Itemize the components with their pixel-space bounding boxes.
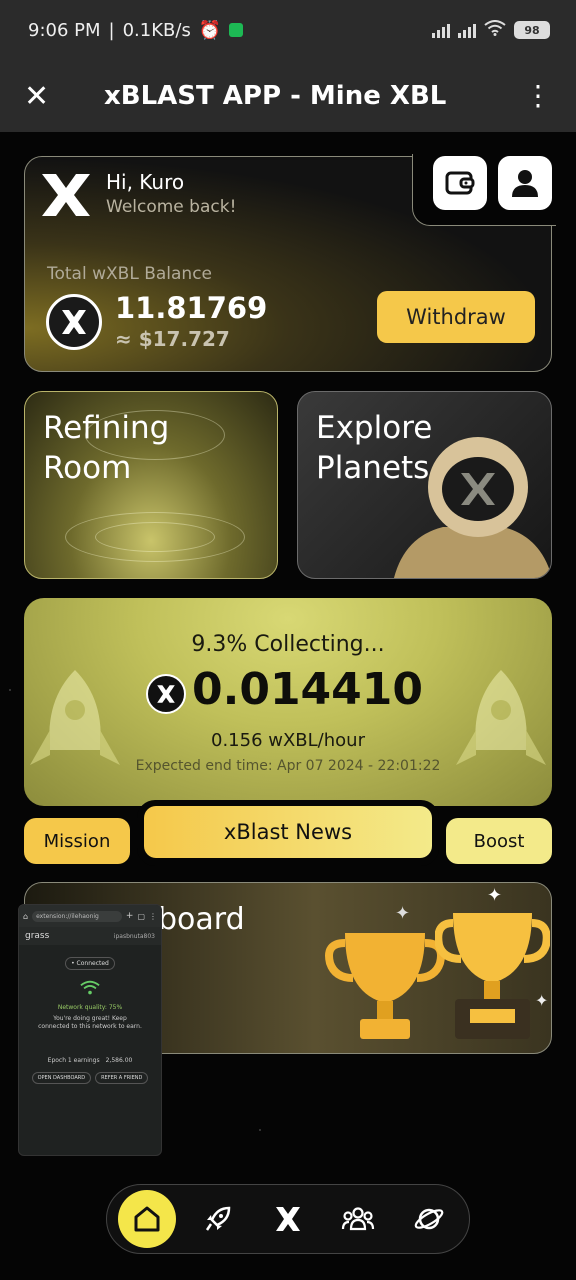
refining-room-label: Refining Room	[43, 410, 170, 486]
overlay-url[interactable]: extension://ilehaonig	[32, 910, 122, 922]
xbl-coin-icon	[46, 294, 102, 350]
mission-button[interactable]: Mission	[24, 818, 130, 864]
wallet-icon	[445, 171, 475, 195]
mining-rate: 0.156 wXBL/hour	[211, 730, 365, 751]
epoch-label: Epoch 1 earnings	[47, 1057, 100, 1064]
boost-button[interactable]: Boost	[446, 818, 552, 864]
withdraw-button[interactable]: Withdraw	[377, 291, 535, 343]
collecting-status: 9.3% Collecting...	[191, 632, 385, 657]
nav-community[interactable]	[329, 1190, 387, 1248]
greeting-text: Hi, Kuro	[106, 170, 185, 194]
tabs-icon[interactable]: ▢	[137, 912, 145, 921]
people-icon	[341, 1207, 375, 1231]
sparkle-icon-2: ✦	[487, 885, 503, 906]
floating-browser-window[interactable]: ⌂ extension://ilehaonig + ▢ ⋮ grass ipas…	[18, 904, 162, 1156]
user-icon	[512, 170, 538, 197]
new-tab-icon[interactable]: +	[126, 911, 134, 921]
nav-home[interactable]	[118, 1190, 176, 1248]
welcome-text: Welcome back!	[106, 197, 237, 217]
network-quality: Network quality: 75%	[57, 1004, 123, 1011]
epoch-value: 2,586.00	[105, 1057, 133, 1064]
trophy-icon	[325, 933, 445, 1039]
explore-planets-label: Explore Planets	[316, 410, 433, 486]
nav-planet[interactable]	[400, 1190, 458, 1248]
home-icon	[134, 1206, 160, 1232]
balance-label: Total wXBL Balance	[47, 264, 212, 284]
status-speed: 0.1KB/s	[122, 19, 191, 41]
overlay-header: grass ipasbnuta803	[19, 927, 161, 945]
sparkle-icon: ✦	[395, 903, 411, 924]
wifi-signal-icon	[19, 980, 161, 998]
explore-planets-tile[interactable]: Explore Planets	[297, 391, 552, 579]
connected-badge: • Connected	[65, 957, 115, 970]
menu-icon[interactable]: ⋮	[149, 912, 157, 921]
open-dashboard-button[interactable]: OPEN DASHBOARD	[31, 1072, 92, 1084]
close-icon[interactable]: ✕	[24, 79, 58, 114]
battery-icon: 98	[514, 21, 550, 39]
expected-end-time: Expected end time: Apr 07 2024 - 22:01:2…	[135, 758, 441, 774]
xblast-news-button[interactable]: xBlast News	[144, 806, 432, 858]
status-bar: 9:06 PM | 0.1KB/s ⏰ 98	[0, 0, 576, 60]
xblast-logo-icon	[42, 174, 90, 216]
more-options-icon[interactable]: ⋮	[524, 82, 552, 110]
signal-icon	[432, 22, 450, 38]
alarm-off-icon: ⏰	[198, 19, 222, 41]
overlay-message: You're doing great! Keep connected to th…	[38, 1015, 142, 1030]
planet-icon	[414, 1208, 444, 1230]
home-small-icon[interactable]: ⌂	[23, 912, 28, 921]
rocket-icon	[205, 1206, 231, 1231]
app-bar: ✕ xBLAST APP - Mine XBL ⋮	[0, 60, 576, 132]
profile-button[interactable]	[498, 156, 552, 210]
wallet-button[interactable]	[433, 156, 487, 210]
app-notification-icon	[229, 23, 244, 37]
overlay-toolbar: ⌂ extension://ilehaonig + ▢ ⋮	[19, 905, 161, 927]
x-icon	[276, 1207, 300, 1231]
app-title: xBLAST APP - Mine XBL	[104, 81, 447, 111]
grass-logo: grass	[25, 931, 50, 941]
nav-x[interactable]	[259, 1190, 317, 1248]
collecting-amount: 0.014410	[192, 664, 424, 715]
sparkle-icon-3: ✦	[535, 991, 549, 1010]
xbl-coin-small-icon	[146, 674, 186, 714]
overlay-account: ipasbnuta803	[113, 932, 155, 940]
wifi-icon	[484, 19, 506, 41]
trophy-icon-2	[435, 913, 550, 1039]
status-time: 9:06 PM	[28, 19, 101, 41]
signal-icon-2	[458, 22, 476, 38]
refer-friend-button[interactable]: REFER A FRIEND	[95, 1072, 149, 1084]
nav-rocket[interactable]	[189, 1190, 247, 1248]
leaderboard-label: board	[158, 902, 245, 937]
balance-usd: ≈ $17.727	[115, 327, 230, 351]
balance-amount: 11.81769	[115, 291, 268, 325]
refining-room-tile[interactable]: Refining Room	[24, 391, 278, 579]
